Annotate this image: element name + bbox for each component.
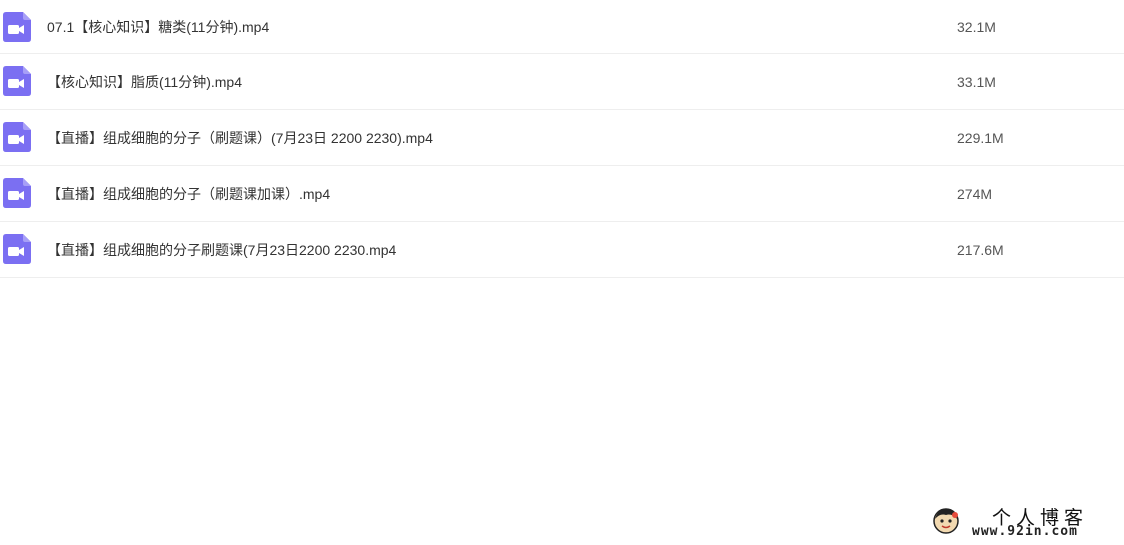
watermark: 个人博客 www.92in.com <box>930 503 1115 543</box>
file-name[interactable]: 07.1【核心知识】糖类(11分钟).mp4 <box>47 0 269 54</box>
file-size: 32.1M <box>957 19 996 35</box>
watermark-url: www.92in.com <box>972 524 1078 539</box>
file-row[interactable]: 【直播】组成细胞的分子（刷题课加课）.mp4 274M <box>0 166 1124 222</box>
file-row[interactable]: 【核心知识】脂质(11分钟).mp4 33.1M <box>0 54 1124 110</box>
file-name[interactable]: 【直播】组成细胞的分子刷题课(7月23日2200 2230.mp4 <box>47 222 396 278</box>
mascot-face-icon <box>933 508 959 534</box>
file-size: 217.6M <box>957 242 1004 258</box>
file-name[interactable]: 【直播】组成细胞的分子（刷题课加课）.mp4 <box>47 166 330 222</box>
file-name[interactable]: 【直播】组成细胞的分子（刷题课）(7月23日 2200 2230).mp4 <box>47 110 433 166</box>
file-size: 274M <box>957 186 993 202</box>
file-list: 07.1【核心知识】糖类(11分钟).mp4 32.1M 【核心知识】脂质(11… <box>0 0 1124 278</box>
file-row[interactable]: 【直播】组成细胞的分子（刷题课）(7月23日 2200 2230).mp4 22… <box>0 110 1124 166</box>
video-file-icon <box>3 66 31 96</box>
video-file-icon <box>3 178 31 208</box>
file-size: 33.1M <box>957 74 996 90</box>
file-size: 229.1M <box>957 130 1004 146</box>
file-row[interactable]: 【直播】组成细胞的分子刷题课(7月23日2200 2230.mp4 217.6M <box>0 222 1124 278</box>
video-file-icon <box>3 12 31 42</box>
file-name[interactable]: 【核心知识】脂质(11分钟).mp4 <box>47 54 242 110</box>
file-row[interactable]: 07.1【核心知识】糖类(11分钟).mp4 32.1M <box>0 0 1124 54</box>
video-file-icon <box>3 122 31 152</box>
video-file-icon <box>3 234 31 264</box>
